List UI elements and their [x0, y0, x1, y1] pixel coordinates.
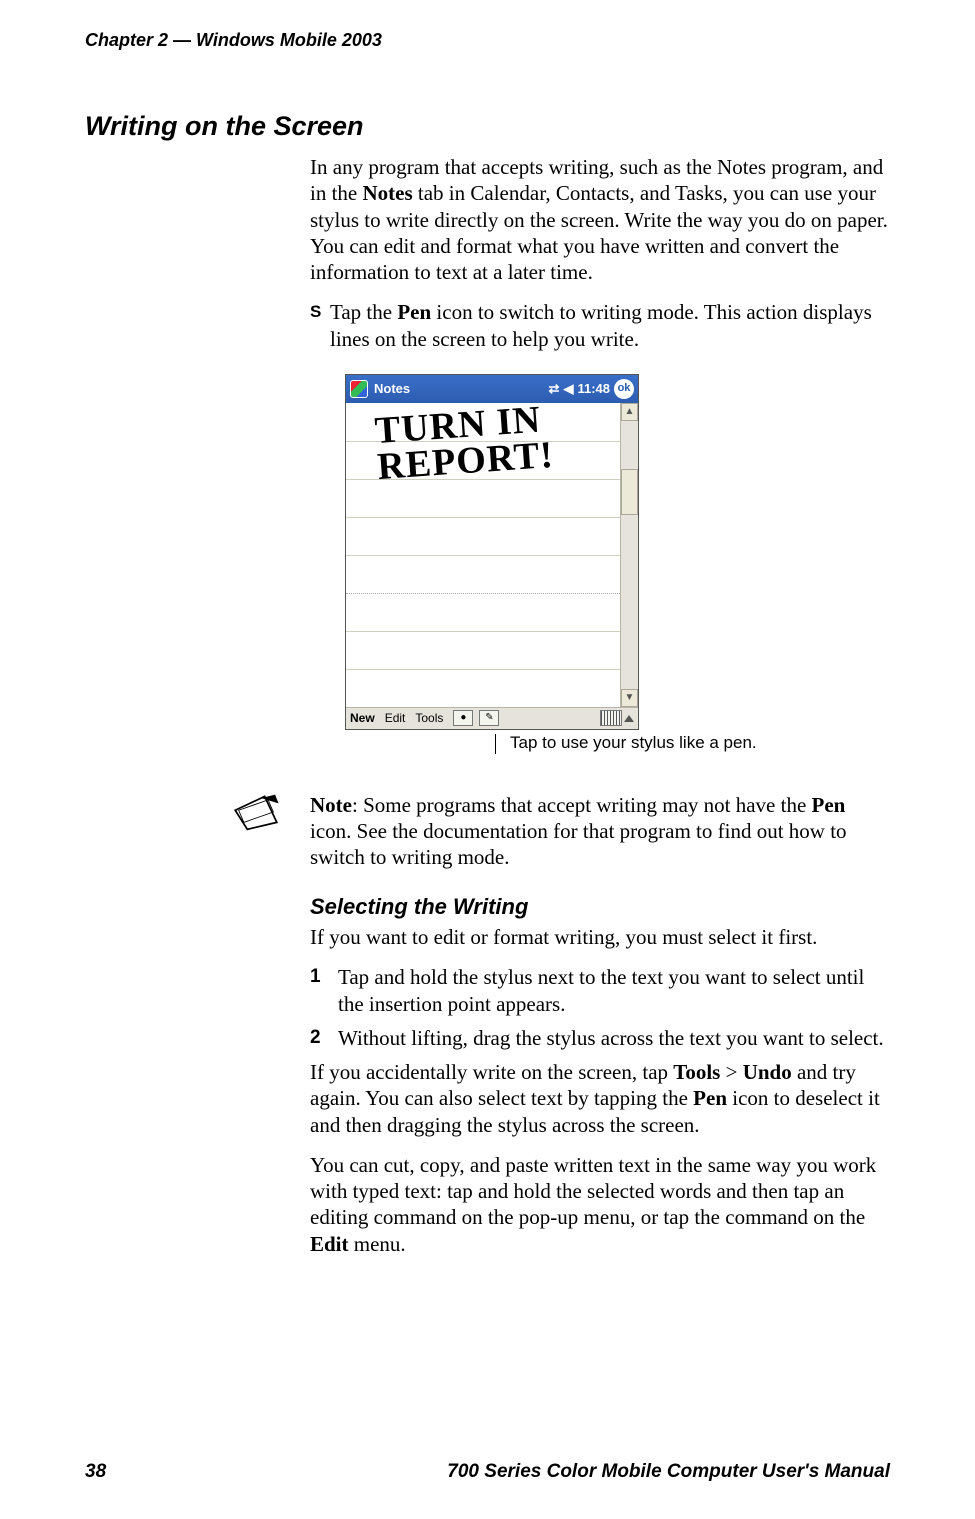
acc-pre: If you accidentally write on the screen,…	[310, 1060, 673, 1084]
menu-tools[interactable]: Tools	[415, 711, 443, 726]
running-header: Chapter 2 — Windows Mobile 2003	[85, 30, 890, 51]
page: Chapter 2 — Windows Mobile 2003 Writing …	[0, 0, 975, 1519]
scroll-down-button[interactable]: ▼	[621, 689, 638, 707]
step-1-text: Tap and hold the stylus next to the text…	[338, 964, 890, 1017]
titlebar: Notes ⇄ ◀ 11:48 ok	[346, 375, 638, 403]
scroll-up-button[interactable]: ▲	[621, 403, 638, 421]
bullet-row: S Tap the Pen icon to switch to writing …	[310, 299, 890, 352]
keyboard-icon[interactable]	[600, 710, 622, 726]
bullet-dot: S	[310, 299, 330, 352]
recording-icon[interactable]: ●	[453, 710, 473, 726]
cut-pre: You can cut, copy, and paste written tex…	[310, 1153, 876, 1230]
cut-post: menu.	[349, 1232, 406, 1256]
step-2-text: Without lifting, drag the stylus across …	[338, 1025, 890, 1051]
acc-b1: Tools	[673, 1060, 720, 1084]
app-title: Notes	[374, 381, 410, 397]
clock[interactable]: 11:48	[577, 381, 610, 397]
handwriting-sample: TURN IN REPORT!	[374, 401, 555, 485]
note-text: Note: Some programs that accept writing …	[310, 792, 890, 871]
note-bold: Pen	[812, 793, 846, 817]
bullet-pre: Tap the	[330, 300, 397, 324]
bullet-bold: Pen	[397, 300, 431, 324]
start-flag-icon[interactable]	[350, 380, 368, 398]
cutcopy-paragraph: You can cut, copy, and paste written tex…	[310, 1152, 890, 1257]
manual-title: 700 Series Color Mobile Computer User's …	[447, 1461, 890, 1483]
menubar: New Edit Tools ● ✎	[346, 707, 638, 729]
connectivity-icon[interactable]: ⇄	[549, 381, 560, 397]
page-footer: 38 700 Series Color Mobile Computer User…	[85, 1461, 890, 1483]
volume-icon[interactable]: ◀	[563, 381, 573, 397]
step-1-row: 1 Tap and hold the stylus next to the te…	[310, 964, 890, 1017]
intro-paragraph: In any program that accepts writing, suc…	[310, 154, 890, 285]
chapter-label: Chapter 2	[85, 30, 168, 50]
pen-icon[interactable]: ✎	[479, 710, 499, 726]
bullet-content: Tap the Pen icon to switch to writing mo…	[330, 299, 890, 352]
page-number: 38	[85, 1461, 106, 1483]
header-dash: —	[168, 30, 196, 50]
input-selector-icon[interactable]	[624, 715, 634, 722]
note-icon	[230, 792, 282, 832]
figure-caption: Tap to use your stylus like a pen.	[510, 732, 757, 753]
chapter-title: Windows Mobile 2003	[196, 30, 382, 50]
ok-button[interactable]: ok	[614, 379, 634, 399]
body-block: In any program that accepts writing, suc…	[310, 154, 890, 1257]
selecting-intro: If you want to edit or format writing, y…	[310, 924, 890, 950]
step-1-number: 1	[310, 964, 338, 1017]
figure-caption-row: Tap to use your stylus like a pen.	[495, 732, 890, 754]
acc-b3: Pen	[693, 1086, 727, 1110]
acc-b2: Undo	[743, 1060, 792, 1084]
step-2-number: 2	[310, 1025, 338, 1051]
subheading-selecting: Selecting the Writing	[310, 893, 890, 921]
scrollbar[interactable]: ▲ ▼	[620, 403, 638, 707]
section-heading: Writing on the Screen	[85, 111, 890, 142]
writing-canvas[interactable]: TURN IN REPORT!	[346, 403, 620, 707]
scroll-thumb[interactable]	[621, 469, 638, 515]
acc-gt: >	[720, 1060, 742, 1084]
accident-paragraph: If you accidentally write on the screen,…	[310, 1059, 890, 1138]
callout-line	[495, 734, 496, 754]
cut-b: Edit	[310, 1232, 349, 1256]
note-block: Note: Some programs that accept writing …	[310, 792, 890, 871]
intro-bold: Notes	[363, 181, 413, 205]
device-frame: Notes ⇄ ◀ 11:48 ok TURN IN REPORT!	[345, 374, 639, 730]
menu-edit[interactable]: Edit	[385, 711, 406, 726]
menu-new[interactable]: New	[350, 711, 375, 726]
step-2-row: 2 Without lifting, drag the stylus acros…	[310, 1025, 890, 1051]
screenshot-figure: Notes ⇄ ◀ 11:48 ok TURN IN REPORT!	[345, 374, 890, 754]
note-post: icon. See the documentation for that pro…	[310, 819, 847, 869]
note-pre: : Some programs that accept writing may …	[352, 793, 812, 817]
note-label: Note	[310, 793, 352, 817]
